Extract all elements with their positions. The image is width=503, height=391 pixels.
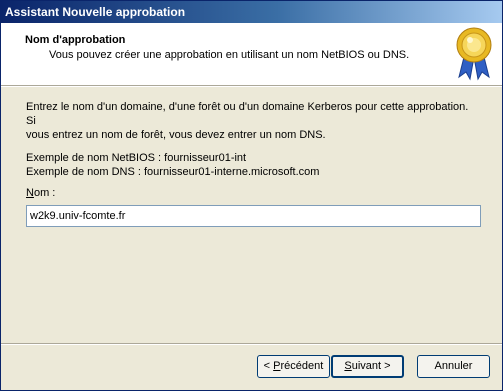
back-button-mnemonic: P: [273, 360, 281, 372]
instruction-text: Entrez le nom d'un domaine, d'une forêt …: [26, 100, 476, 142]
name-label: Nom :: [26, 187, 55, 199]
page-subtitle: Vous pouvez créer une approbation en uti…: [49, 49, 410, 61]
back-button-label: récédent: [280, 360, 324, 372]
examples-text: Exemple de nom NetBIOS : fournisseur01-i…: [26, 151, 476, 179]
next-button-label: uivant >: [351, 360, 391, 372]
next-button-mnemonic: S: [344, 360, 352, 372]
page-title: Nom d'approbation: [25, 34, 126, 46]
cancel-button[interactable]: Annuler: [417, 355, 490, 378]
header-divider: [1, 85, 502, 87]
footer-divider: [1, 343, 502, 345]
name-label-mnemonic: N: [26, 187, 34, 199]
wizard-header: Nom d'approbation Vous pouvez créer une …: [1, 23, 502, 85]
title-bar[interactable]: Assistant Nouvelle approbation: [1, 1, 502, 23]
certificate-seal-icon: [456, 27, 492, 81]
name-label-text: om :: [33, 187, 56, 199]
back-button[interactable]: < Précédent: [257, 355, 330, 378]
name-input[interactable]: [26, 205, 481, 227]
next-button[interactable]: Suivant >: [331, 355, 404, 378]
window-title: Assistant Nouvelle approbation: [5, 5, 186, 19]
example-dns: Exemple de nom DNS : fournisseur01-inter…: [26, 166, 320, 178]
example-netbios: Exemple de nom NetBIOS : fournisseur01-i…: [26, 152, 247, 164]
back-button-prefix: <: [263, 360, 274, 372]
instruction-line-1: Entrez le nom d'un domaine, d'une forêt …: [26, 101, 469, 127]
cancel-button-label: Annuler: [434, 360, 473, 372]
wizard-window: Assistant Nouvelle approbation Nom d'app…: [0, 0, 503, 391]
instruction-line-2: vous entrez un nom de forêt, vous devez …: [26, 129, 326, 141]
